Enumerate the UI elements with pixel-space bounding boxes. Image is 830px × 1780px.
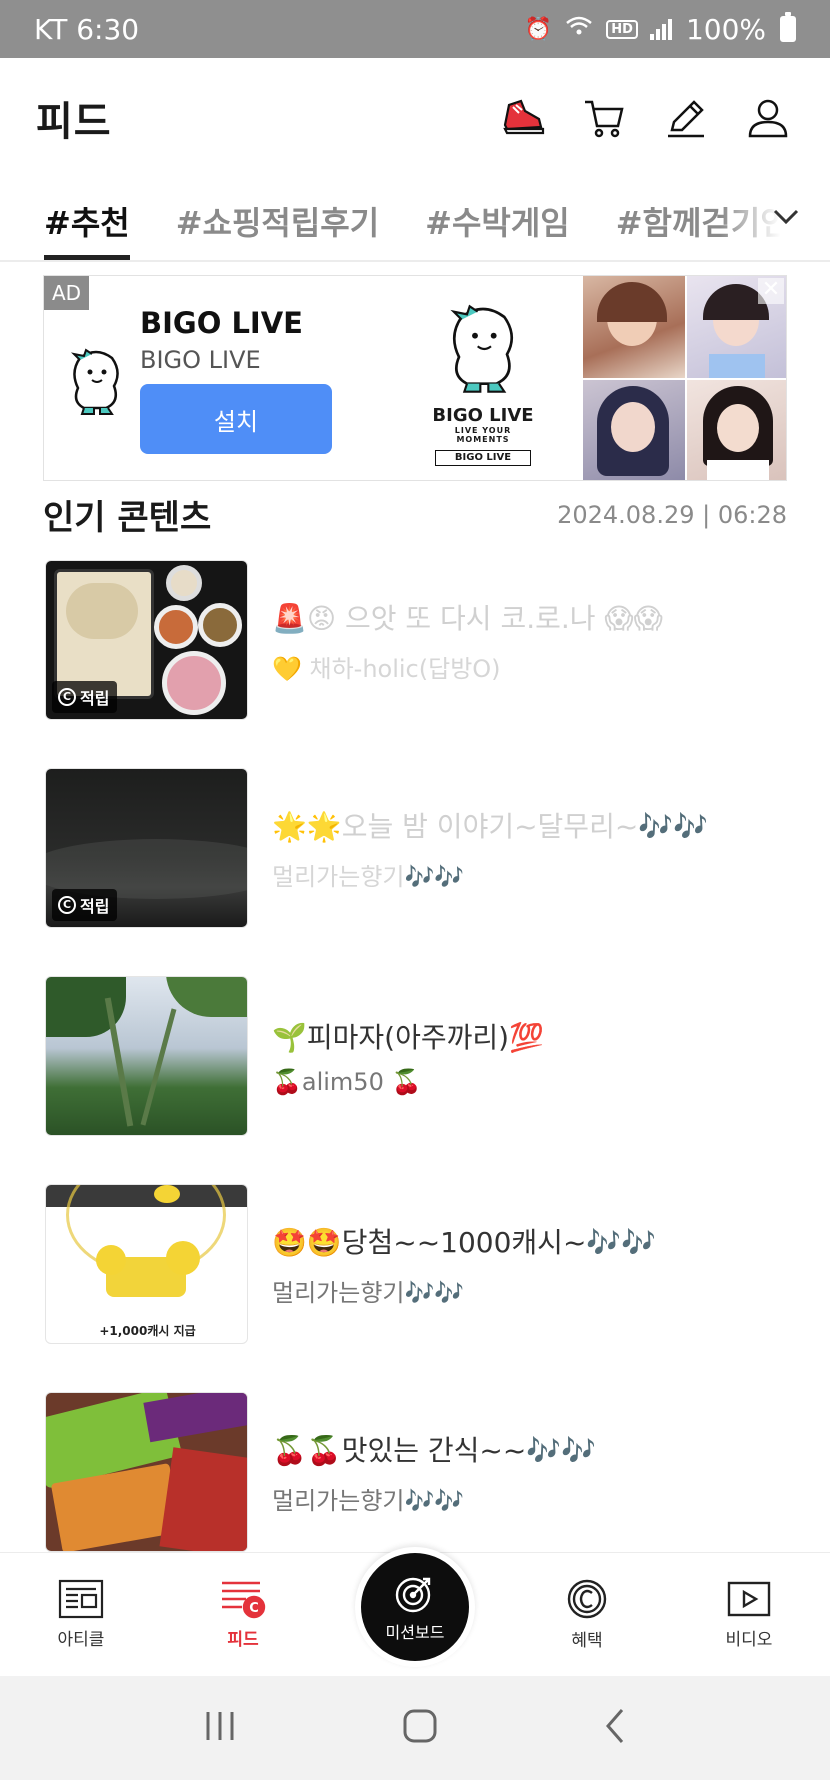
nav-article-label: 아티클 xyxy=(57,1630,105,1650)
nav-benefit-label: 혜택 xyxy=(571,1631,603,1651)
profile-icon[interactable] xyxy=(744,94,792,142)
ad-brand-name: BIGO LIVE xyxy=(432,405,534,426)
section-title: 인기 콘텐츠 xyxy=(43,498,212,538)
hd-icon: HD xyxy=(606,19,638,39)
feed-author: 멀리가는향기🎶🎶 xyxy=(272,1486,465,1515)
bigo-logo-icon xyxy=(60,346,132,418)
topic-tabs: #추천 #쇼핑적립후기 #수박게임 #함께걷기인증 xyxy=(0,178,830,262)
recent-apps-icon[interactable] xyxy=(200,1708,240,1748)
article-icon xyxy=(58,1579,104,1619)
tab-shopping-review[interactable]: #쇼핑적립후기 xyxy=(176,178,379,260)
feed-thumbnail: C 적립 xyxy=(45,560,248,720)
feed-author: 💛 채하-holic(답방O) xyxy=(272,654,501,683)
battery-icon xyxy=(780,12,796,42)
ad-photo xyxy=(583,380,685,480)
feed-item[interactable]: 🍒🍒맛있는 간식~~🎶🎶 멀리가는향기🎶🎶 xyxy=(45,1392,785,1552)
alarm-icon: ⏰ xyxy=(524,16,553,42)
feed-thumbnail: +1,000캐시 지급 xyxy=(45,1184,248,1344)
benefit-coin-icon xyxy=(567,1579,607,1619)
battery-percent: 100% xyxy=(685,12,766,46)
close-icon[interactable]: ✕ xyxy=(758,278,784,304)
feed-title: 🍒🍒맛있는 간식~~🎶🎶 xyxy=(272,1433,597,1467)
wifi-icon xyxy=(564,14,594,44)
tab-watermelon-game[interactable]: #수박게임 xyxy=(425,178,570,260)
tabs-expand[interactable] xyxy=(720,178,830,260)
feed-title: 🤩🤩당첨~~1000캐시~🎶🎶 xyxy=(272,1225,657,1259)
ad-brand-tagline: LIVE YOUR MOMENTS xyxy=(454,426,512,444)
feed-author: 멀리가는향기🎶🎶 xyxy=(272,1278,465,1307)
ad-subtitle: BIGO LIVE xyxy=(140,346,261,374)
feed-item[interactable]: +1,000캐시 지급 🤩🤩당첨~~1000캐시~🎶🎶 멀리가는향기🎶🎶 xyxy=(45,1184,785,1344)
nav-benefit[interactable]: 혜택 xyxy=(527,1578,647,1651)
feed-thumbnail xyxy=(45,976,248,1136)
sneaker-icon[interactable] xyxy=(498,94,546,142)
mission-board-label: 미션보드 xyxy=(385,1623,445,1642)
feed-title: 🌟🌟오늘 밤 이야기~달무리~🎶🎶 xyxy=(272,809,709,843)
cash-icon: C xyxy=(58,896,76,914)
reward-badge: C 적립 xyxy=(52,681,118,713)
page-title: 피드 xyxy=(36,99,112,145)
ad-title: BIGO LIVE xyxy=(140,306,303,340)
svg-text:C: C xyxy=(249,1601,259,1616)
ad-photo-grid xyxy=(583,276,786,480)
feed-thumbnail: C 적립 xyxy=(45,768,248,928)
tab-recommend[interactable]: #추천 xyxy=(44,178,130,260)
write-icon[interactable] xyxy=(662,94,710,142)
carrier-time: KT 6:30 xyxy=(34,12,140,46)
nav-feed-label: 피드 xyxy=(227,1630,259,1650)
reward-badge: C 적립 xyxy=(52,889,118,921)
app-header: 피드 xyxy=(0,58,830,178)
system-nav-bar xyxy=(0,1676,830,1780)
feed-title: 🌱피마자(아주까리)💯 xyxy=(272,1021,544,1054)
feed-author: 🍒alim50 🍒 xyxy=(272,1068,422,1096)
feed-author: 멀리가는향기🎶🎶 xyxy=(272,862,465,891)
feed-icon: C xyxy=(222,1581,266,1619)
ad-brand-logo: BIGO LIVE LIVE YOUR MOMENTS BIGO LIVE xyxy=(428,301,538,466)
ad-banner[interactable]: AD BIGO LIVE BIGO LIVE 설치 BIGO LIVE LIVE… xyxy=(43,275,787,481)
ad-brand-box: BIGO LIVE xyxy=(435,450,531,466)
back-icon[interactable] xyxy=(600,1706,630,1750)
install-button[interactable]: 설치 xyxy=(140,384,332,454)
ad-badge: AD xyxy=(44,276,90,310)
popular-header: 인기 콘텐츠 2024.08.29 | 06:28 xyxy=(43,490,787,539)
ad-photo xyxy=(686,380,786,480)
signal-icon xyxy=(649,18,672,40)
ad-photo xyxy=(583,276,685,378)
status-icons: ⏰ HD 100% xyxy=(524,12,796,46)
thumb-caption: +1,000캐시 지급 xyxy=(99,1324,196,1338)
target-icon xyxy=(395,1577,431,1613)
feed-item[interactable]: C 적립 🚨😡 으앗 또 다시 코.로.나 😱😱 💛 채하-holic(답방O) xyxy=(45,560,785,720)
section-date: 2024.08.29 | 06:28 xyxy=(557,500,787,529)
chevron-down-icon[interactable] xyxy=(772,208,800,230)
nav-feed[interactable]: C 피드 xyxy=(183,1579,303,1650)
feed-title: 🚨😡 으앗 또 다시 코.로.나 😱😱 xyxy=(272,601,663,635)
status-bar: KT 6:30 ⏰ HD 100% xyxy=(0,0,830,58)
nav-article[interactable]: 아티클 xyxy=(21,1579,141,1650)
nav-video[interactable]: 비디오 xyxy=(689,1579,809,1650)
mission-board-button[interactable]: 미션보드 xyxy=(355,1547,475,1667)
cart-icon[interactable] xyxy=(580,94,628,142)
nav-video-label: 비디오 xyxy=(725,1630,773,1650)
video-icon xyxy=(727,1581,771,1617)
bigo-mascot-icon xyxy=(450,304,513,393)
feed-item[interactable]: C 적립 🌟🌟오늘 밤 이야기~달무리~🎶🎶 멀리가는향기🎶🎶 xyxy=(45,768,785,928)
home-icon[interactable] xyxy=(400,1706,440,1750)
feed-thumbnail xyxy=(45,1392,248,1552)
feed-item[interactable]: 🌱피마자(아주까리)💯 🍒alim50 🍒 xyxy=(45,976,785,1136)
cash-icon: C xyxy=(58,688,76,706)
